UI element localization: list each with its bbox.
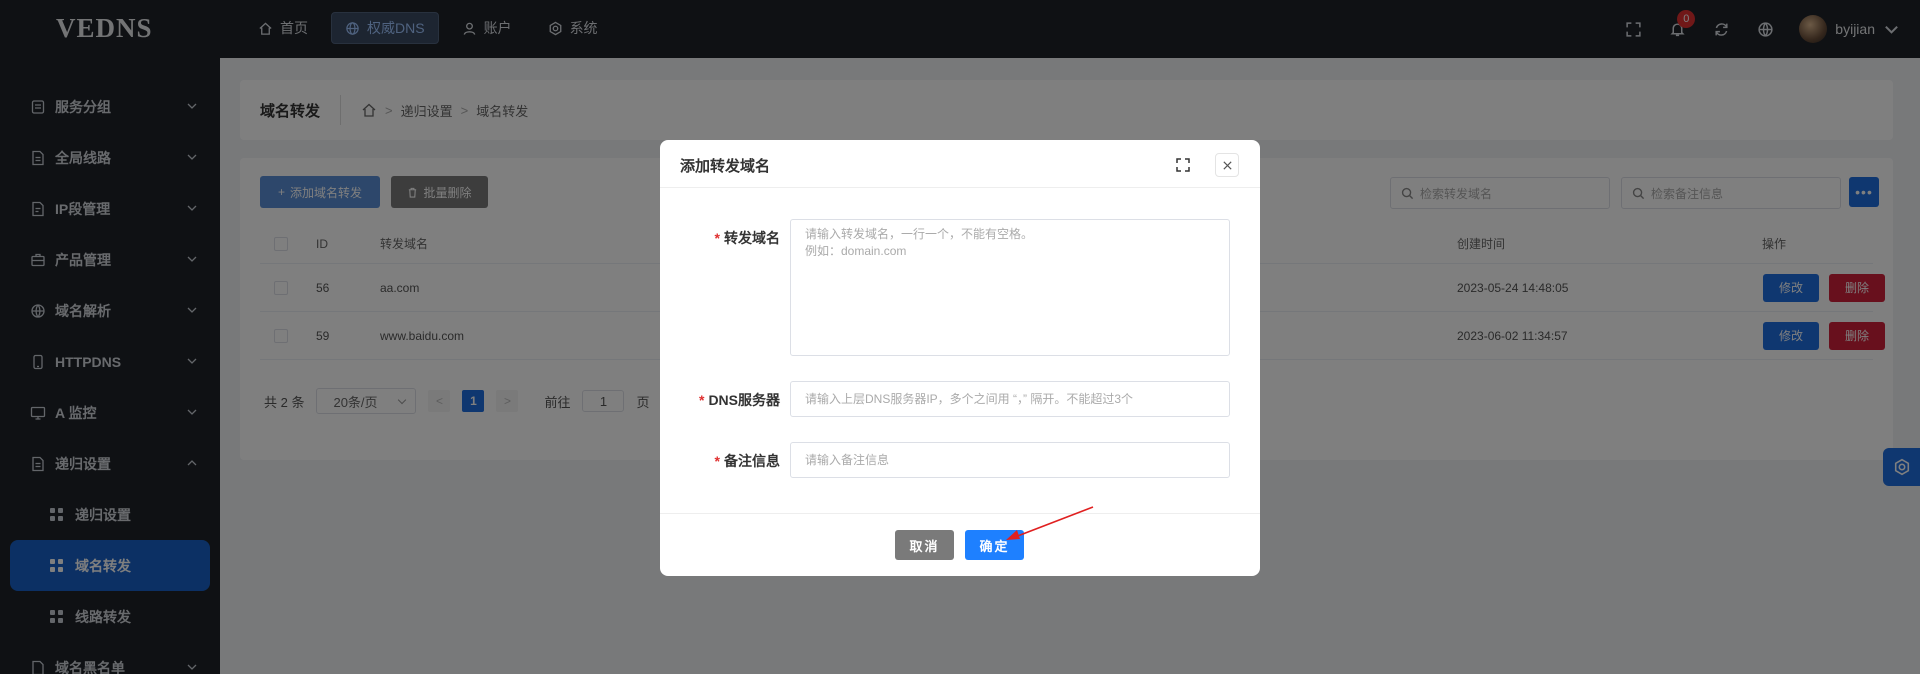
dialog-title: 添加转发域名 [680,158,771,175]
dialog-header: 添加转发域名 [660,140,1260,188]
dialog-divider [660,513,1260,514]
dns-server-input[interactable]: 请输入上层DNS服务器IP，多个之间用 “，” 隔开。不能超过3个 [790,381,1230,417]
field-label-dns-server: * DNS服务器 [698,392,780,408]
domain-placeholder-line1: 请输入转发域名，一行一个，不能有空格。 [805,227,1034,241]
confirm-button[interactable]: 确定 [965,530,1024,560]
cancel-button[interactable]: 取消 [895,530,954,560]
close-icon [1222,160,1232,170]
domain-placeholder-line2: 例如：domain.com [805,244,907,258]
domain-textarea[interactable]: 请输入转发域名，一行一个，不能有空格。 例如：domain.com [790,219,1230,356]
maximize-icon[interactable] [1175,157,1191,173]
field-label-domain: * 转发域名 [714,230,780,246]
add-forward-domain-dialog: 添加转发域名 * 转发域名 请输入转发域名，一行一个，不能有空格。 例如：doma… [660,140,1260,576]
field-label-remark: * 备注信息 [714,453,780,469]
close-button[interactable] [1215,153,1239,177]
remark-input[interactable]: 请输入备注信息 [790,442,1230,478]
